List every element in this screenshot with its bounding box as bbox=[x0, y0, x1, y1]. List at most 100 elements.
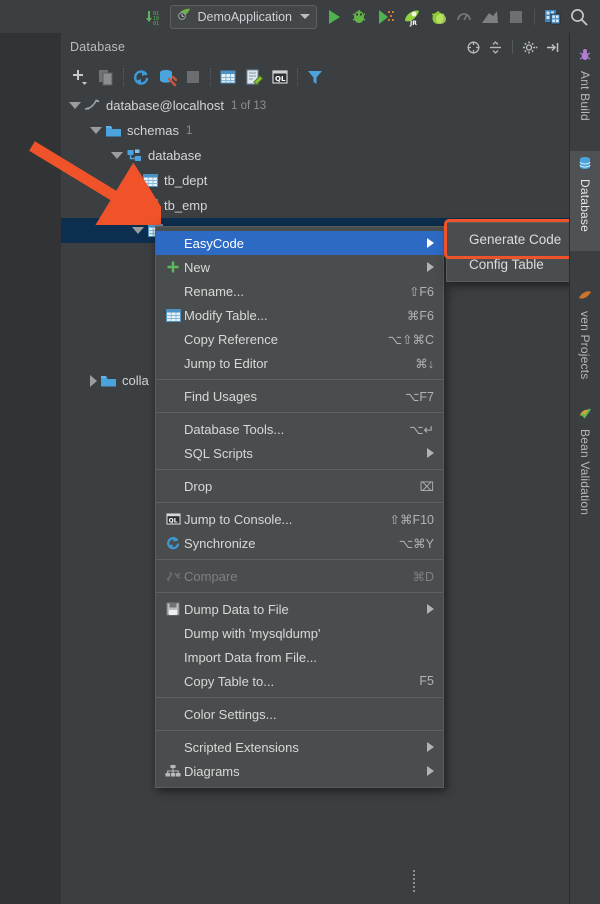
refresh-button[interactable] bbox=[128, 64, 154, 90]
menu-item-label: Synchronize bbox=[184, 536, 383, 551]
menu-item-sql-scripts[interactable]: SQL Scripts bbox=[156, 441, 443, 465]
header-divider bbox=[512, 40, 513, 54]
menu-item-rename[interactable]: Rename...⇧F6 bbox=[156, 279, 443, 303]
submenu-arrow-icon bbox=[427, 766, 434, 776]
menu-item-label: Dump with 'mysqldump' bbox=[184, 626, 434, 641]
search-icon[interactable] bbox=[566, 4, 592, 30]
copy-datasource-button[interactable] bbox=[93, 64, 119, 90]
table-editor-button[interactable] bbox=[215, 64, 241, 90]
chevron-down-icon[interactable] bbox=[69, 102, 81, 109]
hide-panel-icon[interactable] bbox=[542, 37, 562, 57]
database-toolbar: QL bbox=[61, 61, 576, 93]
menu-item-jump-to-editor[interactable]: Jump to Editor⌘↓ bbox=[156, 351, 443, 375]
menu-item-synchronize[interactable]: Synchronize⌥⌘Y bbox=[156, 531, 443, 555]
tool-tab-database[interactable]: Database bbox=[570, 151, 600, 251]
data-source-icon[interactable] bbox=[540, 4, 566, 30]
menu-item-icon-slot bbox=[162, 478, 184, 494]
folder-icon bbox=[100, 372, 117, 389]
attach-debugger-icon[interactable] bbox=[425, 4, 451, 30]
submenu-arrow-icon bbox=[427, 262, 434, 272]
chevron-down-icon[interactable] bbox=[111, 152, 123, 159]
menu-item-icon-slot bbox=[162, 421, 184, 437]
node-datasource[interactable]: database@localhost1 of 13 bbox=[61, 93, 570, 118]
menu-item-scripted-ext[interactable]: Scripted Extensions bbox=[156, 735, 443, 759]
menu-item-shortcut: ⇧⌘F10 bbox=[389, 512, 434, 527]
menu-item-diagrams[interactable]: Diagrams bbox=[156, 759, 443, 783]
run-config-label: DemoApplication bbox=[198, 10, 293, 24]
menu-item-label: Copy Reference bbox=[184, 332, 372, 347]
run-configuration-selector[interactable]: DemoApplication bbox=[170, 5, 318, 29]
node-schemas[interactable]: schemas1 bbox=[61, 118, 570, 143]
chevron-right-icon[interactable] bbox=[90, 375, 97, 387]
tool-tab-maven-projects[interactable]: ven Projects bbox=[570, 283, 600, 396]
menu-item-copy-table-to[interactable]: Copy Table to...F5 bbox=[156, 669, 443, 693]
menu-item-import-data[interactable]: Import Data from File... bbox=[156, 645, 443, 669]
menu-item-color-settings[interactable]: Color Settings... bbox=[156, 702, 443, 726]
right-tool-window-stripe[interactable]: Ant Build Database ven Projects Bean Valida… bbox=[569, 33, 600, 904]
editor-left-gutter bbox=[0, 33, 61, 904]
modify-table-button[interactable] bbox=[241, 64, 267, 90]
chevron-down-icon[interactable] bbox=[300, 14, 310, 19]
menu-item-database-tools[interactable]: Database Tools...⌥↵ bbox=[156, 417, 443, 441]
chevron-down-icon[interactable] bbox=[90, 127, 102, 134]
toolbar-divider bbox=[534, 9, 535, 25]
filter-button[interactable] bbox=[302, 64, 328, 90]
database-panel-header: Database bbox=[61, 33, 570, 62]
chevron-right-icon[interactable] bbox=[132, 200, 139, 212]
menu-item-label: SQL Scripts bbox=[184, 446, 413, 461]
run-icon[interactable] bbox=[321, 4, 347, 30]
collapse-all-icon[interactable] bbox=[485, 37, 505, 57]
svg-text:QL: QL bbox=[168, 518, 177, 525]
menu-item-dump-mysqldump[interactable]: Dump with 'mysqldump' bbox=[156, 621, 443, 645]
add-datasource-button[interactable] bbox=[67, 64, 93, 90]
tool-tab-label: Ant Build bbox=[578, 71, 592, 121]
menu-item-jump-to-console[interactable]: QLJump to Console...⇧⌘F10 bbox=[156, 507, 443, 531]
menu-item-label: Import Data from File... bbox=[184, 650, 434, 665]
panel-title: Database bbox=[70, 40, 125, 54]
folder-icon bbox=[105, 122, 122, 139]
console-icon: QL bbox=[165, 511, 182, 528]
refresh-icon bbox=[165, 535, 182, 552]
expand-all-icon[interactable] bbox=[463, 37, 483, 57]
tool-tab-ant-build[interactable]: Ant Build bbox=[570, 43, 600, 140]
menu-item-drop[interactable]: Drop⌧ bbox=[156, 474, 443, 498]
save-icon bbox=[162, 601, 184, 617]
menu-item-copy-reference[interactable]: Copy Reference⌥⇧⌘C bbox=[156, 327, 443, 351]
tool-tab-label: ven Projects bbox=[578, 311, 592, 379]
debug-icon[interactable] bbox=[347, 4, 373, 30]
redo-icon bbox=[503, 4, 529, 30]
settings-gear-icon[interactable] bbox=[520, 37, 540, 57]
profile-icon[interactable]: JR bbox=[399, 4, 425, 30]
menu-item-dump-data[interactable]: Dump Data to File bbox=[156, 597, 443, 621]
menu-item-find-usages[interactable]: Find Usages⌥F7 bbox=[156, 384, 443, 408]
chevron-right-icon[interactable] bbox=[132, 175, 139, 187]
node-database[interactable]: database bbox=[61, 143, 570, 168]
tool-tab-bean-validation[interactable]: Bean Validation bbox=[570, 401, 600, 536]
spring-boot-run-config-icon bbox=[176, 6, 192, 27]
tree-node-count: 1 of 13 bbox=[231, 100, 266, 112]
submenu-arrow-icon bbox=[427, 604, 434, 614]
menu-item-modify-table[interactable]: Modify Table...⌘F6 bbox=[156, 303, 443, 327]
run-with-coverage-icon[interactable] bbox=[373, 4, 399, 30]
top-toolbar: 01 10 01 DemoApplication bbox=[0, 0, 600, 34]
database-icon bbox=[578, 156, 592, 175]
menu-item-new[interactable]: New bbox=[156, 255, 443, 279]
menu-item-easycode[interactable]: EasyCode bbox=[156, 231, 443, 255]
chevron-down-icon[interactable] bbox=[132, 227, 144, 234]
menu-item-label: EasyCode bbox=[184, 236, 413, 251]
schema-icon bbox=[126, 147, 143, 164]
update-project-icon[interactable]: 01 10 01 bbox=[140, 4, 166, 30]
svg-text:QL: QL bbox=[275, 75, 286, 83]
datasource-properties-button[interactable] bbox=[154, 64, 180, 90]
tool-tab-label: Database bbox=[578, 179, 592, 232]
context-menu[interactable]: EasyCode NewRename...⇧F6Modify Table...⌘F… bbox=[155, 226, 444, 788]
jump-to-console-button[interactable]: QL bbox=[267, 64, 293, 90]
table-icon bbox=[142, 172, 159, 189]
menu-item-label: Copy Table to... bbox=[184, 674, 403, 689]
svg-text:01: 01 bbox=[153, 21, 159, 26]
splitter-drag-handle[interactable] bbox=[413, 870, 415, 892]
table-icon bbox=[142, 197, 159, 214]
node-tb-emp[interactable]: tb_emp bbox=[61, 193, 570, 218]
node-tb-dept[interactable]: tb_dept bbox=[61, 168, 570, 193]
svg-text:JR: JR bbox=[409, 20, 417, 27]
